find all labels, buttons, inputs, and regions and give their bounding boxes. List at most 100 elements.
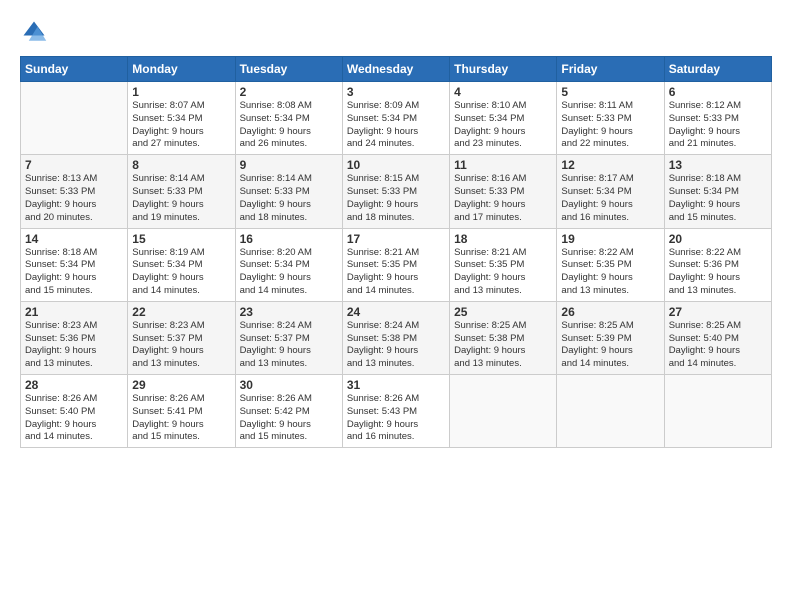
calendar-cell: [450, 375, 557, 448]
calendar-cell: 6Sunrise: 8:12 AM Sunset: 5:33 PM Daylig…: [664, 82, 771, 155]
day-info: Sunrise: 8:26 AM Sunset: 5:42 PM Dayligh…: [240, 393, 338, 444]
calendar-cell: 5Sunrise: 8:11 AM Sunset: 5:33 PM Daylig…: [557, 82, 664, 155]
day-info: Sunrise: 8:24 AM Sunset: 5:37 PM Dayligh…: [240, 320, 338, 371]
calendar-cell: 4Sunrise: 8:10 AM Sunset: 5:34 PM Daylig…: [450, 82, 557, 155]
calendar-cell: 3Sunrise: 8:09 AM Sunset: 5:34 PM Daylig…: [342, 82, 449, 155]
day-number: 21: [25, 305, 123, 319]
calendar-cell: 28Sunrise: 8:26 AM Sunset: 5:40 PM Dayli…: [21, 375, 128, 448]
calendar-week-4: 21Sunrise: 8:23 AM Sunset: 5:36 PM Dayli…: [21, 301, 772, 374]
calendar-cell: 26Sunrise: 8:25 AM Sunset: 5:39 PM Dayli…: [557, 301, 664, 374]
calendar-cell: 9Sunrise: 8:14 AM Sunset: 5:33 PM Daylig…: [235, 155, 342, 228]
day-number: 26: [561, 305, 659, 319]
weekday-header-thursday: Thursday: [450, 57, 557, 82]
day-info: Sunrise: 8:07 AM Sunset: 5:34 PM Dayligh…: [132, 100, 230, 151]
calendar-cell: [21, 82, 128, 155]
day-number: 3: [347, 85, 445, 99]
day-number: 31: [347, 378, 445, 392]
calendar-cell: 15Sunrise: 8:19 AM Sunset: 5:34 PM Dayli…: [128, 228, 235, 301]
day-info: Sunrise: 8:18 AM Sunset: 5:34 PM Dayligh…: [669, 173, 767, 224]
day-info: Sunrise: 8:10 AM Sunset: 5:34 PM Dayligh…: [454, 100, 552, 151]
day-info: Sunrise: 8:17 AM Sunset: 5:34 PM Dayligh…: [561, 173, 659, 224]
header: [20, 18, 772, 46]
calendar-cell: 27Sunrise: 8:25 AM Sunset: 5:40 PM Dayli…: [664, 301, 771, 374]
calendar-week-1: 1Sunrise: 8:07 AM Sunset: 5:34 PM Daylig…: [21, 82, 772, 155]
day-info: Sunrise: 8:13 AM Sunset: 5:33 PM Dayligh…: [25, 173, 123, 224]
day-info: Sunrise: 8:08 AM Sunset: 5:34 PM Dayligh…: [240, 100, 338, 151]
day-number: 13: [669, 158, 767, 172]
calendar-cell: 22Sunrise: 8:23 AM Sunset: 5:37 PM Dayli…: [128, 301, 235, 374]
calendar-cell: 10Sunrise: 8:15 AM Sunset: 5:33 PM Dayli…: [342, 155, 449, 228]
day-number: 12: [561, 158, 659, 172]
day-number: 25: [454, 305, 552, 319]
day-number: 22: [132, 305, 230, 319]
day-number: 11: [454, 158, 552, 172]
day-number: 20: [669, 232, 767, 246]
day-info: Sunrise: 8:22 AM Sunset: 5:36 PM Dayligh…: [669, 247, 767, 298]
calendar-cell: 14Sunrise: 8:18 AM Sunset: 5:34 PM Dayli…: [21, 228, 128, 301]
day-number: 10: [347, 158, 445, 172]
day-info: Sunrise: 8:11 AM Sunset: 5:33 PM Dayligh…: [561, 100, 659, 151]
calendar-cell: [557, 375, 664, 448]
day-info: Sunrise: 8:09 AM Sunset: 5:34 PM Dayligh…: [347, 100, 445, 151]
day-number: 6: [669, 85, 767, 99]
weekday-header-friday: Friday: [557, 57, 664, 82]
calendar-cell: 24Sunrise: 8:24 AM Sunset: 5:38 PM Dayli…: [342, 301, 449, 374]
day-number: 23: [240, 305, 338, 319]
logo-icon: [20, 18, 48, 46]
day-number: 19: [561, 232, 659, 246]
weekday-header-tuesday: Tuesday: [235, 57, 342, 82]
day-info: Sunrise: 8:19 AM Sunset: 5:34 PM Dayligh…: [132, 247, 230, 298]
day-number: 16: [240, 232, 338, 246]
day-info: Sunrise: 8:23 AM Sunset: 5:37 PM Dayligh…: [132, 320, 230, 371]
day-info: Sunrise: 8:23 AM Sunset: 5:36 PM Dayligh…: [25, 320, 123, 371]
day-number: 7: [25, 158, 123, 172]
day-number: 27: [669, 305, 767, 319]
logo: [20, 18, 52, 46]
calendar-week-3: 14Sunrise: 8:18 AM Sunset: 5:34 PM Dayli…: [21, 228, 772, 301]
calendar-cell: 16Sunrise: 8:20 AM Sunset: 5:34 PM Dayli…: [235, 228, 342, 301]
calendar-cell: 25Sunrise: 8:25 AM Sunset: 5:38 PM Dayli…: [450, 301, 557, 374]
calendar-cell: 19Sunrise: 8:22 AM Sunset: 5:35 PM Dayli…: [557, 228, 664, 301]
day-info: Sunrise: 8:26 AM Sunset: 5:43 PM Dayligh…: [347, 393, 445, 444]
day-number: 18: [454, 232, 552, 246]
calendar-cell: 31Sunrise: 8:26 AM Sunset: 5:43 PM Dayli…: [342, 375, 449, 448]
day-info: Sunrise: 8:20 AM Sunset: 5:34 PM Dayligh…: [240, 247, 338, 298]
day-number: 4: [454, 85, 552, 99]
calendar-cell: 29Sunrise: 8:26 AM Sunset: 5:41 PM Dayli…: [128, 375, 235, 448]
day-number: 15: [132, 232, 230, 246]
calendar-cell: 17Sunrise: 8:21 AM Sunset: 5:35 PM Dayli…: [342, 228, 449, 301]
calendar-cell: 13Sunrise: 8:18 AM Sunset: 5:34 PM Dayli…: [664, 155, 771, 228]
calendar-table: SundayMondayTuesdayWednesdayThursdayFrid…: [20, 56, 772, 448]
day-info: Sunrise: 8:26 AM Sunset: 5:40 PM Dayligh…: [25, 393, 123, 444]
weekday-header-wednesday: Wednesday: [342, 57, 449, 82]
day-number: 29: [132, 378, 230, 392]
weekday-header-monday: Monday: [128, 57, 235, 82]
day-number: 2: [240, 85, 338, 99]
weekday-header-row: SundayMondayTuesdayWednesdayThursdayFrid…: [21, 57, 772, 82]
calendar-week-5: 28Sunrise: 8:26 AM Sunset: 5:40 PM Dayli…: [21, 375, 772, 448]
day-number: 1: [132, 85, 230, 99]
calendar-cell: 11Sunrise: 8:16 AM Sunset: 5:33 PM Dayli…: [450, 155, 557, 228]
day-number: 9: [240, 158, 338, 172]
calendar-cell: 20Sunrise: 8:22 AM Sunset: 5:36 PM Dayli…: [664, 228, 771, 301]
day-info: Sunrise: 8:12 AM Sunset: 5:33 PM Dayligh…: [669, 100, 767, 151]
weekday-header-saturday: Saturday: [664, 57, 771, 82]
weekday-header-sunday: Sunday: [21, 57, 128, 82]
day-info: Sunrise: 8:25 AM Sunset: 5:40 PM Dayligh…: [669, 320, 767, 371]
calendar-cell: [664, 375, 771, 448]
day-info: Sunrise: 8:21 AM Sunset: 5:35 PM Dayligh…: [454, 247, 552, 298]
day-number: 30: [240, 378, 338, 392]
day-info: Sunrise: 8:25 AM Sunset: 5:39 PM Dayligh…: [561, 320, 659, 371]
calendar-cell: 1Sunrise: 8:07 AM Sunset: 5:34 PM Daylig…: [128, 82, 235, 155]
calendar-cell: 30Sunrise: 8:26 AM Sunset: 5:42 PM Dayli…: [235, 375, 342, 448]
day-number: 5: [561, 85, 659, 99]
calendar-cell: 12Sunrise: 8:17 AM Sunset: 5:34 PM Dayli…: [557, 155, 664, 228]
day-info: Sunrise: 8:14 AM Sunset: 5:33 PM Dayligh…: [240, 173, 338, 224]
calendar-cell: 23Sunrise: 8:24 AM Sunset: 5:37 PM Dayli…: [235, 301, 342, 374]
day-info: Sunrise: 8:15 AM Sunset: 5:33 PM Dayligh…: [347, 173, 445, 224]
day-info: Sunrise: 8:16 AM Sunset: 5:33 PM Dayligh…: [454, 173, 552, 224]
day-number: 28: [25, 378, 123, 392]
calendar-cell: 8Sunrise: 8:14 AM Sunset: 5:33 PM Daylig…: [128, 155, 235, 228]
day-info: Sunrise: 8:22 AM Sunset: 5:35 PM Dayligh…: [561, 247, 659, 298]
calendar-cell: 18Sunrise: 8:21 AM Sunset: 5:35 PM Dayli…: [450, 228, 557, 301]
